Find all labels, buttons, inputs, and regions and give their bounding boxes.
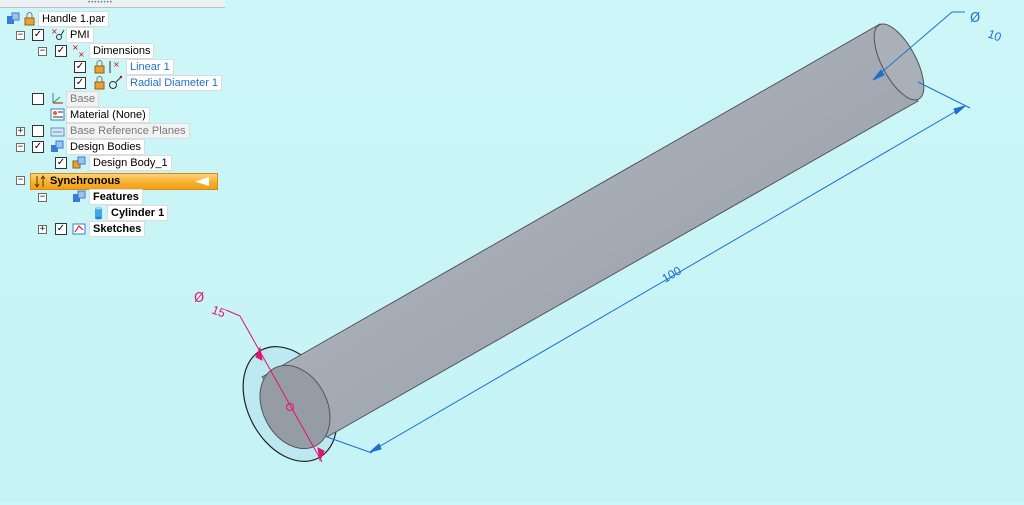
- reference-planes-icon: [50, 127, 65, 137]
- dim-base-diameter-value: 15: [210, 303, 228, 321]
- features-icon: [73, 190, 86, 202]
- linear-dimension-icon: ×: [109, 60, 120, 73]
- visibility-checkbox[interactable]: ✓: [55, 45, 67, 57]
- pmi-icon: ×: [51, 27, 65, 40]
- visibility-checkbox[interactable]: [32, 125, 44, 137]
- pathfinder-tree[interactable]: •••••••• Handle 1.par − ✓ × PMI − ✓ × × D…: [0, 0, 230, 250]
- collapse-arrow-icon[interactable]: [195, 177, 209, 186]
- design-bodies-icon: [51, 140, 64, 152]
- visibility-checkbox[interactable]: [32, 93, 44, 105]
- tree-item-label[interactable]: PMI: [66, 27, 94, 43]
- lock-icon: [94, 76, 105, 90]
- root-label[interactable]: Handle 1.par: [38, 11, 109, 27]
- linear-dimension-100[interactable]: [326, 81, 971, 454]
- radial-diameter-icon: [109, 75, 123, 89]
- synchronous-icon: [34, 175, 46, 188]
- cylinder-icon: [95, 206, 102, 220]
- coordinate-system-icon: [52, 93, 63, 104]
- svg-text:×: ×: [113, 60, 120, 69]
- collapse-toggle[interactable]: −: [16, 176, 25, 185]
- visibility-checkbox[interactable]: ✓: [32, 29, 44, 41]
- dim-top-diameter-value: 10: [986, 27, 1004, 45]
- tree-item-label[interactable]: Design Body_1: [89, 155, 172, 171]
- synchronous-bar[interactable]: Synchronous: [30, 173, 218, 190]
- tree-item-label[interactable]: Cylinder 1: [107, 205, 169, 221]
- tree-item-label[interactable]: Radial Diameter 1: [126, 75, 223, 91]
- dim-length-text: 100: [660, 263, 685, 285]
- collapse-toggle[interactable]: −: [16, 143, 25, 152]
- panel-grip[interactable]: ••••••••: [0, 0, 225, 8]
- collapse-toggle[interactable]: −: [38, 193, 47, 202]
- part-document-icon: [7, 12, 20, 24]
- svg-text:×: ×: [78, 50, 85, 58]
- tree-item-label[interactable]: Base Reference Planes: [66, 123, 190, 139]
- visibility-checkbox[interactable]: ✓: [32, 141, 44, 153]
- expand-toggle[interactable]: +: [38, 225, 47, 234]
- visibility-checkbox[interactable]: ✓: [74, 61, 86, 73]
- cylinder-body[interactable]: [261, 23, 919, 438]
- lock-icon: [24, 12, 35, 26]
- sketches-icon: [72, 223, 86, 235]
- visibility-checkbox[interactable]: ✓: [74, 77, 86, 89]
- tree-item-label[interactable]: Design Bodies: [66, 139, 145, 155]
- tree-item-label[interactable]: Sketches: [89, 221, 146, 237]
- tree-item-label[interactable]: Features: [89, 189, 143, 205]
- visibility-checkbox[interactable]: ✓: [55, 223, 67, 235]
- dimensions-icon: ××: [72, 43, 85, 58]
- expand-toggle[interactable]: +: [16, 127, 25, 136]
- dim-base-diameter-symbol: Ø: [194, 291, 204, 306]
- tree-item-label[interactable]: Synchronous: [47, 174, 123, 188]
- collapse-toggle[interactable]: −: [38, 47, 47, 56]
- material-icon: [50, 108, 65, 121]
- svg-text:×: ×: [51, 27, 58, 36]
- lock-icon: [94, 60, 105, 74]
- design-body-icon: [72, 156, 86, 169]
- visibility-checkbox[interactable]: ✓: [55, 157, 67, 169]
- dim-top-diameter-symbol: Ø: [970, 11, 980, 26]
- tree-item-label[interactable]: Dimensions: [89, 43, 155, 59]
- tree-item-label[interactable]: Linear 1: [126, 59, 174, 75]
- collapse-toggle[interactable]: −: [16, 31, 25, 40]
- tree-item-label[interactable]: Base: [66, 91, 100, 107]
- tree-item-label[interactable]: Material (None): [66, 107, 150, 123]
